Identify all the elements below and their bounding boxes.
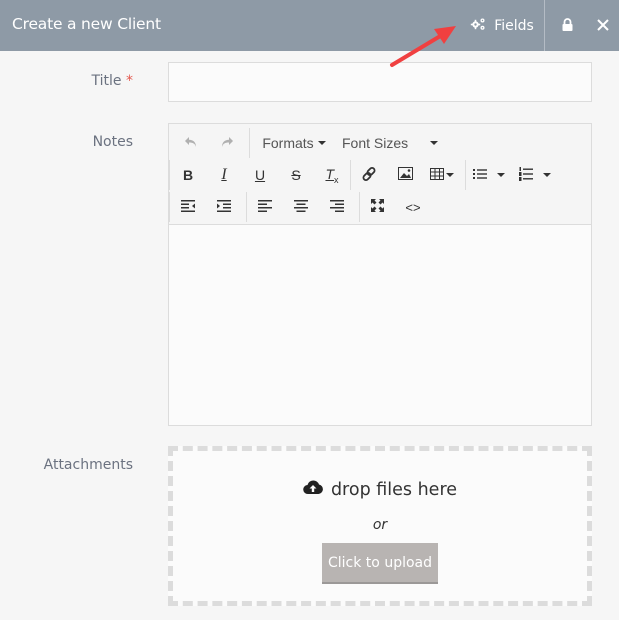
source-code-icon: <> <box>405 199 421 215</box>
or-text: or <box>372 517 388 533</box>
lock-button[interactable] <box>556 14 578 36</box>
redo-icon <box>220 135 234 151</box>
indent-icon <box>217 199 231 215</box>
align-right-button[interactable] <box>319 193 355 221</box>
bold-icon: B <box>182 167 194 183</box>
underline-icon: U <box>254 167 266 183</box>
align-center-icon <box>294 199 308 215</box>
drop-message: drop files here <box>173 480 587 500</box>
header-divider <box>544 0 545 51</box>
outdent-button[interactable] <box>170 193 206 221</box>
drop-text: drop files here <box>330 480 458 500</box>
table-icon <box>430 167 444 183</box>
fullscreen-button[interactable] <box>360 193 394 221</box>
formats-dropdown[interactable]: Formats <box>254 129 334 157</box>
align-right-icon <box>330 199 344 215</box>
image-button[interactable] <box>387 161 423 189</box>
bullet-list-button[interactable] <box>466 161 512 189</box>
link-icon <box>362 166 376 184</box>
source-code-button[interactable]: <> <box>394 193 432 221</box>
undo-button[interactable] <box>173 129 209 157</box>
strikethrough-icon: S <box>291 167 301 183</box>
required-mark: * <box>126 73 133 89</box>
fields-label: Fields <box>494 17 534 34</box>
link-button[interactable] <box>351 161 387 189</box>
strikethrough-button[interactable]: S <box>278 161 314 189</box>
chevron-down-icon <box>543 173 551 177</box>
chevron-down-icon <box>446 173 454 177</box>
italic-icon: I <box>221 166 227 183</box>
align-left-button[interactable] <box>247 193 283 221</box>
fullscreen-icon <box>370 199 384 215</box>
formats-label: Formats <box>262 135 314 151</box>
underline-button[interactable]: U <box>242 161 278 189</box>
chevron-down-icon <box>497 173 505 177</box>
image-icon <box>397 167 413 183</box>
gears-icon <box>470 17 486 35</box>
attachments-dropzone[interactable]: drop files here or Click to upload <box>168 446 592 606</box>
lock-icon <box>562 16 573 35</box>
chevron-down-icon <box>430 141 439 145</box>
outdent-icon <box>181 199 195 215</box>
redo-button[interactable] <box>209 129 245 157</box>
title-label: Title * <box>0 73 133 89</box>
close-icon <box>597 16 609 35</box>
bullet-list-icon <box>473 167 487 183</box>
clear-formatting-button[interactable]: Tx <box>314 161 350 189</box>
bold-button[interactable]: B <box>170 161 206 189</box>
dialog-title: Create a new Client <box>12 15 161 33</box>
notes-editor: Formats Font Sizes B I U S Tx <> <box>168 123 592 426</box>
numbered-list-icon <box>519 166 533 184</box>
cloud-upload-icon <box>303 480 323 500</box>
undo-icon <box>184 135 198 151</box>
notes-content-area[interactable] <box>169 225 591 425</box>
align-left-icon <box>258 199 272 215</box>
upload-button[interactable]: Click to upload <box>322 543 438 584</box>
chevron-down-icon <box>317 141 326 145</box>
clear-formatting-icon: Tx <box>325 165 339 185</box>
notes-label: Notes <box>92 134 133 150</box>
title-label-text: Title <box>91 73 122 89</box>
indent-button[interactable] <box>206 193 242 221</box>
close-button[interactable] <box>592 14 614 36</box>
font-sizes-dropdown[interactable]: Font Sizes <box>334 129 454 157</box>
font-sizes-label: Font Sizes <box>342 135 409 151</box>
table-button[interactable] <box>423 161 461 189</box>
attachments-label: Attachments <box>43 457 133 473</box>
editor-toolbar: Formats Font Sizes B I U S Tx <> <box>169 124 591 225</box>
fields-button[interactable]: Fields <box>460 0 544 51</box>
toolbar-separator <box>249 128 250 158</box>
numbered-list-button[interactable] <box>512 161 558 189</box>
title-input[interactable] <box>168 62 592 102</box>
italic-button[interactable]: I <box>206 161 242 189</box>
align-center-button[interactable] <box>283 193 319 221</box>
dialog-header: Create a new Client Fields <box>0 0 619 51</box>
